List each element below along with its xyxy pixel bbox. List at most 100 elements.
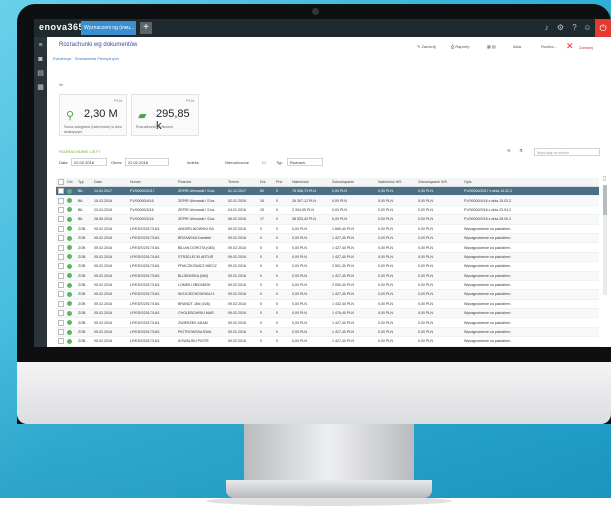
scrollbar-thumb[interactable] [603, 185, 607, 215]
table-row[interactable]: ZOB 05.02.2016 LP/EDS/2017/16/1 PIOTROWSKA … [56, 327, 599, 338]
select-all-checkbox[interactable] [58, 179, 64, 185]
summary-tile-2[interactable]: PLN ▰ 295,85 k Rozrachunki rozliczone [131, 94, 199, 136]
table-scrollbar[interactable] [603, 185, 607, 295]
row-checkbox[interactable] [58, 188, 64, 195]
table-row[interactable]: ZOB 05.02.2016 LP/EDS/2017/16/1 LOMEKI ZBIG… [56, 280, 599, 291]
column-header[interactable]: Zobowiązanie [330, 178, 376, 187]
column-header[interactable]: Typ [76, 178, 92, 187]
user-icon[interactable]: ☺ [582, 22, 593, 33]
row-checkbox[interactable] [58, 216, 64, 223]
row-checkbox[interactable] [58, 206, 64, 213]
toolbar-button-4[interactable]: Rozlicz... [541, 44, 557, 49]
row-checkbox-cell[interactable] [56, 205, 65, 216]
table-row[interactable]: ZOB 05.02.2016 LP/EDS/2017/16/1 ANDERLIKOWS… [56, 224, 599, 234]
toolbar-button-3[interactable]: Akta [513, 44, 521, 49]
row-checkbox-cell[interactable] [56, 195, 65, 206]
table-cell: 1 427,40 PLN [330, 346, 376, 347]
table-row[interactable]: BIL 14.02.2017 FV/00000/2017 ZEPIR Uhrowski… [56, 186, 599, 197]
date-to-field[interactable]: 22.02.2016 [125, 158, 169, 166]
breadcrumb[interactable]: Ewidencja · Zestawienia Pieniężnych [53, 56, 119, 61]
table-row[interactable]: BIL 23.04.2016 FV/00000/3/16 ZEPIR Uhrowski… [56, 205, 599, 216]
toolbar-button-2[interactable]: ⎙ Raporty [451, 44, 469, 49]
bell-icon[interactable]: ♪ [541, 22, 552, 33]
filter-icon[interactable]: ⚗ [519, 148, 523, 153]
row-checkbox-cell[interactable] [56, 327, 65, 338]
table-row[interactable]: ZOB 05.02.2016 LP/EDS/2017/16/1 ZWIERZEK AD… [56, 317, 599, 328]
table-row[interactable]: ZOB 05.02.2016 LP/EDS/2017/16/1 WOJCIECHOWS… [56, 289, 599, 300]
column-header[interactable]: Opis [462, 178, 599, 187]
table-row[interactable]: ZOB 05.02.2016 LP/EDS/2017/16/1 PRACZKOWICZ… [56, 261, 599, 272]
table-row[interactable]: ZOB 05.02.2016 LP/EDS/2017/16/1 BUJDIWSKA (… [56, 271, 599, 281]
document-icon[interactable]: ▤ [36, 69, 45, 78]
column-header[interactable]: Numer [128, 178, 176, 187]
table-row[interactable]: BIL 28.05.2016 FV/00000/2/16 ZEPIR Uhrowski… [56, 214, 599, 225]
menu-icon[interactable]: ≡ [36, 41, 45, 50]
power-icon[interactable]: ⏻ [595, 19, 611, 37]
gear-icon[interactable]: ⚙ [555, 22, 566, 33]
row-checkbox-cell[interactable] [56, 336, 65, 347]
row-checkbox[interactable] [58, 291, 64, 298]
add-tab-button[interactable]: + [140, 22, 152, 34]
search-input[interactable]: Wyszukaj na stronie [534, 148, 600, 156]
column-header[interactable]: Data [92, 178, 128, 187]
row-checkbox-cell[interactable] [56, 289, 65, 300]
status-checkbox[interactable]: ☐ [262, 160, 266, 165]
row-checkbox-cell[interactable] [56, 261, 65, 272]
table-row[interactable]: ZOB 05.02.2016 LP/EDS/2017/16/1 BRANDT JAN … [56, 299, 599, 310]
row-checkbox-cell[interactable] [56, 317, 65, 328]
columns-icon[interactable]: ▯ [603, 175, 606, 182]
row-checkbox[interactable] [58, 282, 64, 289]
column-header[interactable]: Dni [258, 178, 274, 187]
date-from-field[interactable]: 22.02.2016 [71, 158, 107, 166]
refresh-icon[interactable]: ⟲ [507, 148, 510, 153]
row-checkbox-cell[interactable] [56, 280, 65, 291]
column-header[interactable]: Podmiot [176, 178, 226, 187]
help-icon[interactable]: ? [569, 22, 580, 33]
row-checkbox-cell[interactable] [56, 308, 65, 319]
chart-icon[interactable]: ▦ [36, 83, 45, 92]
grid-icon[interactable]: ▦ ▤ [487, 44, 496, 49]
table-row[interactable]: ZOB05.02.2016LP/EDS/2017/16/1NOWAK ANNA0… [56, 346, 599, 347]
row-checkbox[interactable] [58, 244, 64, 251]
column-header[interactable]: Prio [274, 178, 290, 187]
table-row[interactable]: ZOB 05.02.2016 LP/EDS/2017/16/1 BRZANSKA Da… [56, 233, 599, 244]
column-header[interactable]: Cel [65, 178, 76, 187]
row-checkbox[interactable] [58, 310, 64, 317]
row-checkbox-cell[interactable] [56, 252, 65, 263]
row-checkbox[interactable] [58, 263, 64, 270]
table-row[interactable]: ZOB 05.02.2016 LP/EDS/2017/16/1 KOWALSKI PI… [56, 336, 599, 347]
row-checkbox[interactable] [58, 338, 64, 345]
column-header[interactable]: Należność [290, 178, 330, 187]
close-label[interactable]: Zamknij [579, 45, 593, 50]
summary-tile-1[interactable]: PLN ⚲ 2,30 M Suma zaległości (należności… [59, 94, 127, 136]
row-checkbox-cell[interactable] [56, 186, 65, 197]
row-checkbox[interactable] [58, 319, 64, 326]
row-checkbox[interactable] [58, 272, 64, 279]
column-header[interactable]: Termin [226, 178, 258, 187]
toolbar-button-1[interactable]: ✎ Zamknij [417, 44, 435, 49]
row-checkbox-cell[interactable] [56, 233, 65, 244]
table-row[interactable]: ZOB 05.02.2016 LP/EDS/2017/16/1 BILIAN DORO… [56, 242, 599, 253]
row-checkbox[interactable] [58, 197, 64, 204]
row-checkbox[interactable] [58, 329, 64, 336]
type-select[interactable]: Rozrach. [287, 158, 323, 166]
row-checkbox[interactable] [58, 235, 64, 242]
row-checkbox-cell[interactable] [56, 224, 65, 234]
table-row[interactable]: ZOB 05.02.2016 LP/EDS/2017/16/1 STRZELECKI … [56, 252, 599, 263]
row-checkbox-cell[interactable] [56, 271, 65, 281]
row-checkbox[interactable] [58, 253, 64, 260]
row-checkbox[interactable] [58, 300, 64, 307]
row-checkbox-cell[interactable] [56, 214, 65, 225]
row-checkbox-cell[interactable] [56, 346, 65, 347]
tab-active[interactable]: Wyznaczeni og (ewu... [81, 21, 136, 35]
close-icon[interactable]: ✕ [566, 41, 574, 52]
column-header[interactable] [56, 178, 65, 187]
row-checkbox-cell[interactable] [56, 299, 65, 310]
column-header[interactable]: Należność WS [376, 178, 416, 187]
column-header[interactable]: Zobowiązanie WS [416, 178, 462, 187]
table-row[interactable]: BIL 15.03.2016 FV/00000/4/16 ZEPIR Uhrowski… [56, 195, 599, 206]
row-checkbox[interactable] [58, 225, 64, 232]
row-checkbox-cell[interactable] [56, 242, 65, 253]
table-row[interactable]: ZOB 05.02.2016 LP/EDS/2017/16/1 CHOLEBOWSKI… [56, 308, 599, 319]
camera-icon[interactable]: ◙ [36, 55, 45, 64]
